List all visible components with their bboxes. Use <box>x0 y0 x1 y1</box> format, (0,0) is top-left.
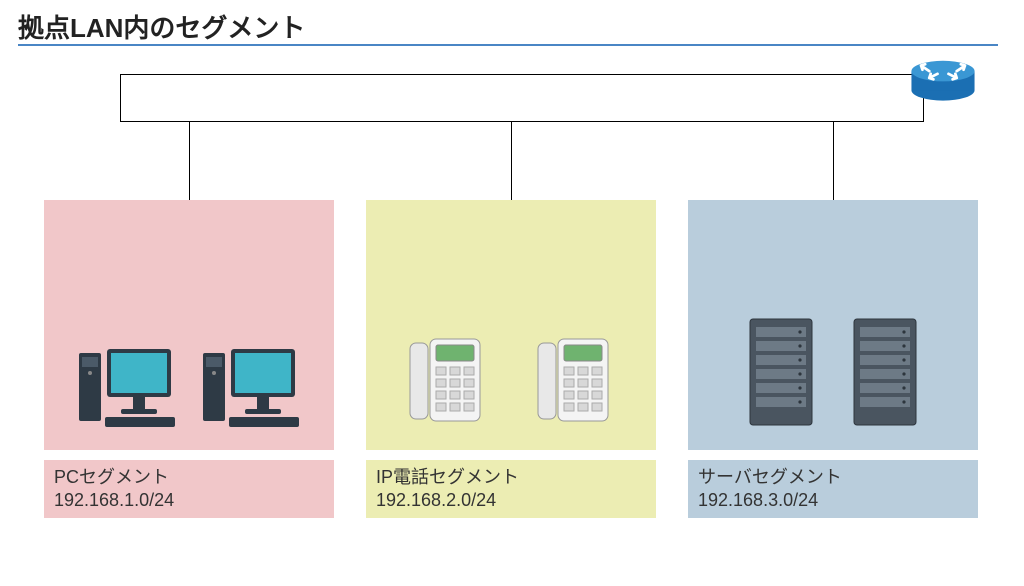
segment-subnet: 192.168.2.0/24 <box>376 489 646 512</box>
label-server: サーバセグメント 192.168.3.0/24 <box>688 460 978 518</box>
phone-icon <box>536 335 614 432</box>
label-pc: PCセグメント 192.168.1.0/24 <box>44 460 334 518</box>
segment-server <box>688 200 978 450</box>
network-bus <box>120 74 924 122</box>
phone-icon <box>408 335 486 432</box>
router-icon <box>908 56 978 104</box>
diagram-title: 拠点LAN内のセグメント <box>18 8 305 45</box>
drop-line-tel <box>511 122 512 200</box>
segment-name: IP電話セグメント <box>376 466 646 489</box>
drop-line-srv <box>833 122 834 200</box>
server-icon <box>852 317 918 432</box>
pc-icon <box>77 343 177 438</box>
segment-subnet: 192.168.1.0/24 <box>54 489 324 512</box>
label-phone: IP電話セグメント 192.168.2.0/24 <box>366 460 656 518</box>
drop-line-pc <box>189 122 190 200</box>
segment-pc <box>44 200 334 450</box>
segment-name: サーバセグメント <box>698 466 968 489</box>
segment-subnet: 192.168.3.0/24 <box>698 489 968 512</box>
server-icon <box>748 317 814 432</box>
segment-phone <box>366 200 656 450</box>
segment-name: PCセグメント <box>54 466 324 489</box>
pc-icon <box>201 343 301 438</box>
title-underline <box>18 44 998 46</box>
